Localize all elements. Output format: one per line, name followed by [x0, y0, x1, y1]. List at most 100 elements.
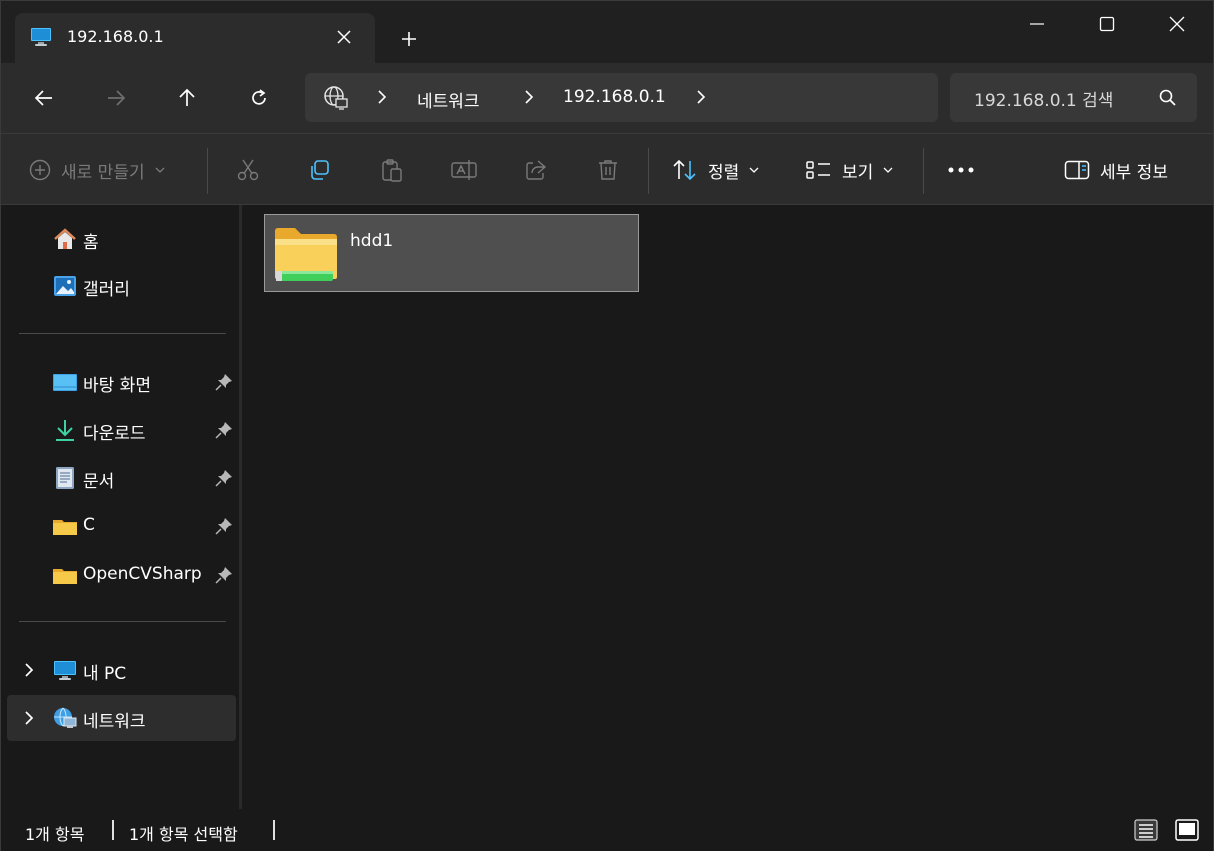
- details-view-icon[interactable]: [1134, 818, 1158, 842]
- sidebar-item-network[interactable]: 네트워크: [7, 695, 236, 741]
- pin-icon[interactable]: [215, 421, 233, 439]
- sidebar-item-label: 네트워크: [83, 712, 146, 732]
- view-button[interactable]: 보기: [806, 152, 893, 188]
- copy-button[interactable]: [308, 152, 332, 188]
- navigation-pane: 홈 갤러리 바탕 화면 다운로드 문서 C OpenCVSharp 내 PC 네…: [1, 205, 239, 809]
- arrow-up-icon: [179, 88, 195, 106]
- pin-icon[interactable]: [215, 373, 233, 391]
- view-button-label: 보기: [842, 162, 874, 183]
- back-button[interactable]: [26, 80, 62, 116]
- chevron-right-icon[interactable]: [21, 661, 37, 679]
- status-divider: [273, 820, 275, 840]
- view-list-icon: [806, 161, 830, 179]
- search-input[interactable]: 192.168.0.1 검색: [950, 73, 1197, 122]
- paste-button[interactable]: [380, 152, 404, 188]
- folder-icon: [53, 520, 77, 535]
- minimize-icon: [1030, 23, 1044, 25]
- sidebar-item-label: C: [83, 515, 95, 535]
- navigation-bar: 네트워크 192.168.0.1 192.168.0.1 검색: [1, 63, 1213, 133]
- desktop-icon: [53, 374, 77, 391]
- search-placeholder: 192.168.0.1 검색: [974, 91, 1114, 111]
- address-bar[interactable]: 네트워크 192.168.0.1: [305, 73, 938, 122]
- up-button[interactable]: [169, 80, 205, 116]
- rename-icon: [451, 160, 477, 180]
- new-button[interactable]: 새로 만들기: [29, 152, 165, 188]
- share-button[interactable]: [524, 152, 548, 188]
- details-pane-button[interactable]: 세부 정보: [1064, 152, 1168, 188]
- sidebar-item-opencvsharp[interactable]: OpenCVSharp: [7, 552, 236, 598]
- sidebar-item-label: 내 PC: [83, 664, 127, 684]
- breadcrumb-network[interactable]: 네트워크: [417, 87, 480, 112]
- monitor-icon: [31, 28, 51, 46]
- close-window-button[interactable]: [1154, 5, 1200, 43]
- file-explorer-window: 192.168.0.1 네트워크 192.168.0.1 192.168.0.1…: [0, 0, 1214, 851]
- pin-icon[interactable]: [215, 469, 233, 487]
- rename-button[interactable]: [451, 152, 477, 188]
- copy-icon: [311, 160, 329, 180]
- chevron-right-icon[interactable]: [21, 709, 37, 727]
- network-icon: [54, 707, 77, 728]
- file-item-name: hdd1: [350, 231, 394, 251]
- sidebar-item-label: 갤러리: [83, 280, 130, 300]
- tab-active[interactable]: 192.168.0.1: [15, 13, 375, 63]
- toolbar-divider: [648, 148, 649, 194]
- breadcrumb-host[interactable]: 192.168.0.1: [563, 87, 666, 107]
- sidebar-item-desktop[interactable]: 바탕 화면: [7, 359, 236, 405]
- file-list: hdd1: [242, 205, 1213, 809]
- sidebar-item-gallery[interactable]: 갤러리: [7, 263, 236, 309]
- pin-icon[interactable]: [215, 566, 233, 584]
- chevron-right-icon[interactable]: [375, 87, 389, 107]
- clipboard-icon: [382, 159, 402, 182]
- tab-title: 192.168.0.1: [67, 27, 164, 46]
- chevron-down-icon: [883, 167, 893, 173]
- scissors-icon: [237, 159, 259, 181]
- refresh-button[interactable]: [241, 80, 277, 116]
- gallery-icon: [54, 276, 76, 296]
- tiles-view-icon[interactable]: [1175, 818, 1199, 842]
- close-icon: [1169, 16, 1185, 32]
- forward-button[interactable]: [98, 80, 134, 116]
- network-globe-icon: [324, 86, 348, 110]
- chevron-right-icon[interactable]: [694, 87, 708, 107]
- sort-button[interactable]: 정렬: [672, 152, 759, 188]
- details-pane-label: 세부 정보: [1100, 162, 1168, 183]
- sidebar-item-home[interactable]: 홈: [7, 216, 236, 262]
- trash-icon: [599, 160, 617, 180]
- sidebar-item-label: 문서: [83, 472, 115, 492]
- sidebar-item-downloads[interactable]: 다운로드: [7, 407, 236, 453]
- plus-icon: [402, 32, 416, 46]
- delete-button[interactable]: [596, 152, 620, 188]
- folder-icon: [53, 569, 77, 584]
- document-icon: [56, 467, 74, 489]
- tab-close-button[interactable]: [331, 24, 357, 50]
- download-icon: [56, 420, 74, 441]
- more-options-button[interactable]: [947, 152, 975, 188]
- sidebar-item-documents[interactable]: 문서: [7, 455, 236, 501]
- sidebar-item-label: 홈: [83, 233, 99, 253]
- pc-icon: [54, 661, 76, 680]
- arrow-left-icon: [34, 90, 52, 106]
- search-icon: [1159, 89, 1176, 106]
- ellipsis-icon: [948, 167, 974, 173]
- arrow-right-icon: [108, 90, 126, 106]
- command-bar: 새로 만들기 정렬 보기 세부 정보: [1, 133, 1213, 205]
- chevron-right-icon[interactable]: [522, 87, 536, 107]
- sort-button-label: 정렬: [708, 162, 740, 183]
- sidebar-item-c[interactable]: C: [7, 503, 236, 549]
- pin-icon[interactable]: [215, 517, 233, 535]
- sidebar-item-this-pc[interactable]: 내 PC: [7, 647, 236, 693]
- toolbar-divider: [207, 148, 208, 194]
- shared-folder-icon: [275, 228, 337, 281]
- home-icon: [54, 228, 76, 249]
- selection-count: 1개 항목 선택함: [129, 825, 238, 844]
- cut-button[interactable]: [236, 152, 260, 188]
- new-tab-button[interactable]: [395, 25, 423, 53]
- toolbar-divider: [923, 148, 924, 194]
- status-bar: 1개 항목 1개 항목 선택함: [1, 809, 1213, 851]
- minimize-button[interactable]: [1014, 5, 1060, 43]
- title-bar: 192.168.0.1: [1, 1, 1213, 63]
- maximize-button[interactable]: [1084, 5, 1130, 43]
- new-button-label: 새로 만들기: [61, 162, 145, 183]
- file-item-hdd1[interactable]: hdd1: [264, 214, 639, 292]
- sidebar-item-label: 바탕 화면: [83, 376, 151, 396]
